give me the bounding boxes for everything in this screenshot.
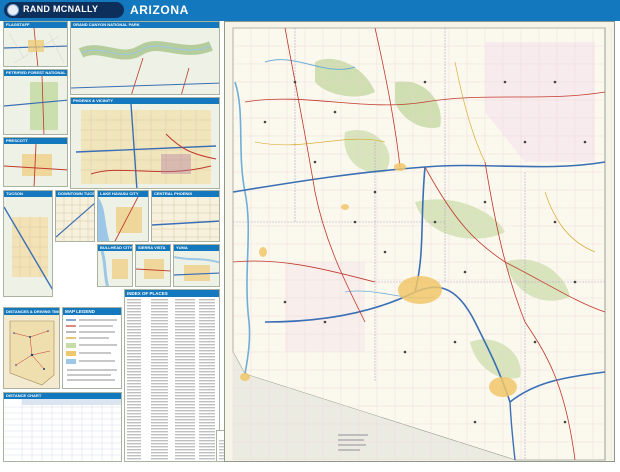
inset-grand-canyon: GRAND CANYON NATIONAL PARK xyxy=(70,21,220,95)
inset-map xyxy=(4,197,52,296)
index-columns xyxy=(127,299,215,460)
inset-prescott: PRESCOTT xyxy=(3,137,68,187)
inset-bullhead: BULLHEAD CITY xyxy=(97,244,133,287)
distance-network xyxy=(9,320,55,386)
inset-central-phoenix: CENTRAL PHOENIX xyxy=(151,190,220,242)
inset-downtown-tucson: DOWNTOWN TUCSON xyxy=(55,190,95,242)
distance-chart: DISTANCE CHART xyxy=(3,392,122,462)
inset-map xyxy=(4,76,67,134)
inset-map xyxy=(152,197,219,241)
town-marker xyxy=(283,300,287,304)
town-marker xyxy=(483,200,487,204)
town-marker xyxy=(433,220,437,224)
arizona-state-map xyxy=(224,21,615,462)
brand-name: RAND MCNALLY xyxy=(23,4,99,14)
town-marker xyxy=(553,220,557,224)
panel-title: MAP LEGEND xyxy=(63,308,121,315)
inset-petrified-forest: PETRIFIED FOREST NATIONAL PARK xyxy=(3,69,68,135)
inset-yuma: YUMA xyxy=(173,244,220,287)
town-marker xyxy=(323,320,327,324)
inset-lake-havasu: LAKE HAVASU CITY xyxy=(97,190,149,242)
town-marker xyxy=(423,80,427,84)
town-marker xyxy=(473,420,477,424)
inset-map xyxy=(98,197,148,241)
inset-map xyxy=(174,251,219,286)
town-marker xyxy=(333,110,337,114)
inset-map xyxy=(71,28,219,94)
town-marker xyxy=(453,340,457,344)
town-marker xyxy=(263,120,267,124)
town-marker xyxy=(383,250,387,254)
inset-map xyxy=(71,104,219,188)
town-marker xyxy=(573,280,577,284)
panel-title: INDEX OF PLACES xyxy=(125,290,219,297)
inset-map xyxy=(98,251,132,286)
distance-grid xyxy=(4,399,121,461)
town-marker xyxy=(583,140,587,144)
inset-sierra-vista: SIERRA VISTA xyxy=(135,244,171,287)
brand-logo: RAND MCNALLY xyxy=(4,2,124,18)
inset-map xyxy=(4,28,67,66)
town-marker xyxy=(533,340,537,344)
distances-driving-times-map: DISTANCES & DRIVING TIMES MAP xyxy=(3,307,60,389)
page-title: ARIZONA xyxy=(130,3,189,17)
inset-map xyxy=(56,197,94,241)
map-footer-notes xyxy=(334,430,614,462)
inset-map xyxy=(4,144,67,186)
map-legend: MAP LEGEND xyxy=(62,307,122,389)
panel-title: DISTANCES & DRIVING TIMES MAP xyxy=(4,308,59,315)
town-marker xyxy=(463,270,467,274)
town-marker xyxy=(403,350,407,354)
header-band: RAND MCNALLY ARIZONA xyxy=(0,0,620,21)
town-marker xyxy=(353,220,357,224)
index-of-places: INDEX OF PLACES xyxy=(124,289,220,462)
town-marker xyxy=(523,140,527,144)
footer-text-blocks xyxy=(338,434,368,451)
town-marker xyxy=(313,160,317,164)
town-marker xyxy=(503,80,507,84)
globe-icon xyxy=(7,4,19,16)
state-map-canvas xyxy=(225,22,614,461)
inset-map xyxy=(136,251,170,286)
inset-tucson: TUCSON xyxy=(3,190,53,297)
town-marker xyxy=(293,80,297,84)
town-marker xyxy=(563,420,567,424)
inset-phoenix: PHOENIX & VICINITY xyxy=(70,97,220,189)
legend-symbols xyxy=(66,319,117,381)
inset-flagstaff: FLAGSTAFF xyxy=(3,21,68,67)
town-marker xyxy=(373,190,377,194)
town-marker xyxy=(553,80,557,84)
